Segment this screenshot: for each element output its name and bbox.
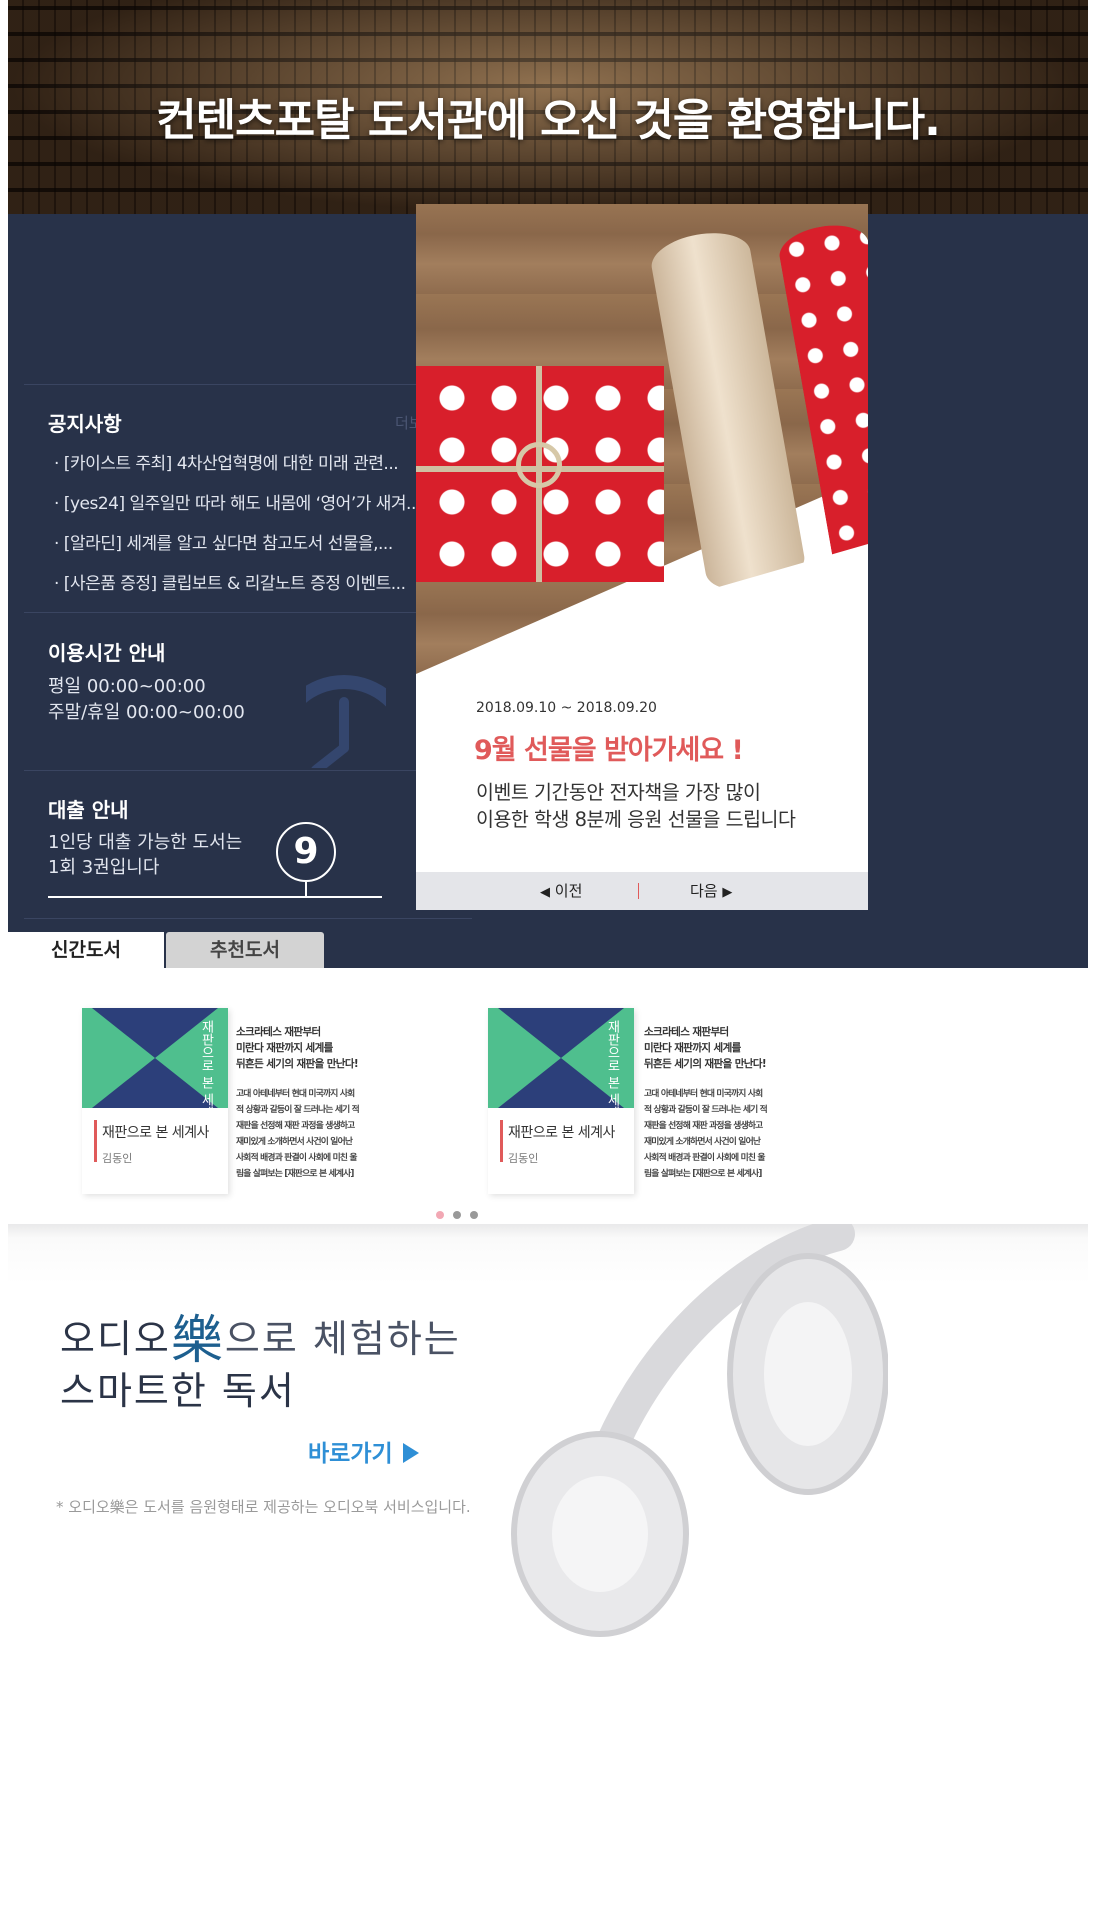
audio-note: * 오디오樂은 도서를 음원형태로 제공하는 오디오북 서비스입니다. — [56, 1498, 471, 1516]
book-blurb: 소크라테스 재판부터 미란다 재판까지 세계를 뒤흔든 세기의 재판을 만난다!… — [644, 1024, 794, 1182]
divider — [24, 612, 472, 613]
caret-left-icon: ◀ — [540, 885, 550, 900]
cover-title-text: 재판으로 본 세계사 — [199, 1020, 214, 1108]
divider — [24, 770, 472, 771]
audio-headline-line2: 스마트한 독서 — [60, 1369, 296, 1413]
book-blurb: 소크라테스 재판부터 미란다 재판까지 세계를 뒤흔든 세기의 재판을 만난다!… — [236, 1024, 386, 1182]
carousel-dot[interactable] — [470, 1211, 478, 1219]
divider — [24, 384, 472, 385]
divider — [24, 918, 472, 919]
book-accent-bar — [94, 1120, 97, 1162]
page: 컨텐츠포탈 도서관에 오신 것을 환영합니다. 공지사항 더보기+ · [카이스… — [8, 0, 1088, 1918]
hours-weekday: 평일 00:00~00:00 — [48, 676, 206, 697]
next-label: 다음 — [690, 882, 718, 900]
notice-item[interactable]: · [카이스트 주최] 4차산업혁명에 대한 미래 관련... — [54, 452, 421, 492]
blurb-body: 고대 아테네부터 현대 미국까지 사회 적 상황과 갈등이 잘 드러나는 세기 … — [644, 1089, 768, 1179]
hero-banner: 컨텐츠포탈 도서관에 오신 것을 환영합니다. — [8, 0, 1088, 214]
audio-text-b: 으로 체험하는 — [224, 1317, 461, 1361]
event-card[interactable]: 2018.09.10 ~ 2018.09.20 9월 선물을 받아가세요 ! 이… — [416, 204, 868, 910]
loan-baseline — [48, 896, 382, 898]
book-title: 재판으로 본 세계사 — [102, 1125, 209, 1141]
carousel-dot[interactable] — [453, 1211, 461, 1219]
event-gift-bow — [516, 442, 562, 488]
loan-title: 대출 안내 — [48, 798, 129, 822]
book-carousel: 재판으로 본 세계사 재판으로 본 세계사 김동인 소크라테스 재판부터 미란다… — [8, 968, 1088, 1224]
book-author: 김동인 — [102, 1152, 133, 1165]
audio-go-button[interactable]: 바로가기 — [308, 1434, 419, 1468]
event-desc-line1: 이벤트 기간동안 전자책을 가장 많이 — [476, 781, 761, 804]
nav-separator — [638, 883, 639, 899]
loan-line2: 1회 3권입니다 — [48, 857, 160, 878]
notice-title: 공지사항 — [48, 412, 122, 436]
loan-count-badge: 9 — [276, 822, 336, 882]
blurb-body: 고대 아테네부터 현대 미국까지 사회 적 상황과 갈등이 잘 드러나는 세기 … — [236, 1089, 360, 1179]
notice-item[interactable]: · [알라딘] 세계를 알고 싶다면 참고도서 선물을,... — [54, 532, 421, 572]
cover-title-text: 재판으로 본 세계사 — [605, 1020, 620, 1108]
blurb-head: 소크라테스 재판부터 미란다 재판까지 세계를 뒤흔든 세기의 재판을 만난다! — [644, 1026, 767, 1070]
audiobook-banner: 오디오樂으로 체험하는 스마트한 독서 바로가기 * 오디오樂은 도서를 음원형… — [8, 1224, 1088, 1918]
clock-icon — [306, 640, 386, 768]
headphones-icon — [508, 1224, 888, 1918]
play-arrow-icon — [402, 1443, 419, 1463]
hours-title: 이용시간 안내 — [48, 641, 166, 665]
event-prev-button[interactable]: ◀ 이전 — [540, 880, 582, 901]
carousel-dots — [436, 1204, 489, 1223]
event-nav: ◀ 이전 다음 ▶ — [416, 872, 868, 910]
event-desc-line2: 이용한 학생 8분께 응원 선물을 드립니다 — [476, 808, 796, 831]
tab-recommended-books[interactable]: 추천도서 — [166, 932, 324, 968]
tab-new-books[interactable]: 신간도서 — [8, 932, 164, 968]
book-cover: 재판으로 본 세계사 — [488, 1008, 634, 1108]
book-cover: 재판으로 본 세계사 — [82, 1008, 228, 1108]
book-card[interactable]: 재판으로 본 세계사 재판으로 본 세계사 김동인 — [82, 1008, 228, 1194]
book-card[interactable]: 재판으로 본 세계사 재판으로 본 세계사 김동인 — [488, 1008, 634, 1194]
blurb-head: 소크라테스 재판부터 미란다 재판까지 세계를 뒤흔든 세기의 재판을 만난다! — [236, 1026, 359, 1070]
audio-text-a: 오디오 — [60, 1317, 171, 1361]
notice-item[interactable]: · [yes24] 일주일만 따라 해도 내몸에 ‘영어’가 새겨... — [54, 492, 421, 532]
loan-line1: 1인당 대출 가능한 도서는 — [48, 832, 243, 853]
caret-right-icon: ▶ — [722, 885, 733, 900]
event-date: 2018.09.10 ~ 2018.09.20 — [476, 700, 657, 716]
carousel-dot[interactable] — [436, 1211, 444, 1219]
event-heading: 9월 선물을 받아가세요 ! — [474, 735, 744, 766]
book-author: 김동인 — [508, 1152, 539, 1165]
notice-list: · [카이스트 주최] 4차산업혁명에 대한 미래 관련... · [yes24… — [54, 452, 421, 612]
notice-item[interactable]: · [사은품 증정] 클립보트 & 리갈노트 증정 이벤트... — [54, 572, 421, 612]
event-next-button[interactable]: 다음 ▶ — [690, 880, 732, 901]
hours-weekend: 주말/휴일 00:00~00:00 — [48, 702, 245, 723]
hero-title: 컨텐츠포탈 도서관에 오신 것을 환영합니다. — [156, 95, 941, 146]
prev-label: 이전 — [554, 882, 583, 900]
audio-go-label: 바로가기 — [308, 1441, 393, 1467]
loan-tick — [305, 882, 307, 896]
book-title: 재판으로 본 세계사 — [508, 1125, 615, 1141]
book-accent-bar — [500, 1120, 503, 1162]
